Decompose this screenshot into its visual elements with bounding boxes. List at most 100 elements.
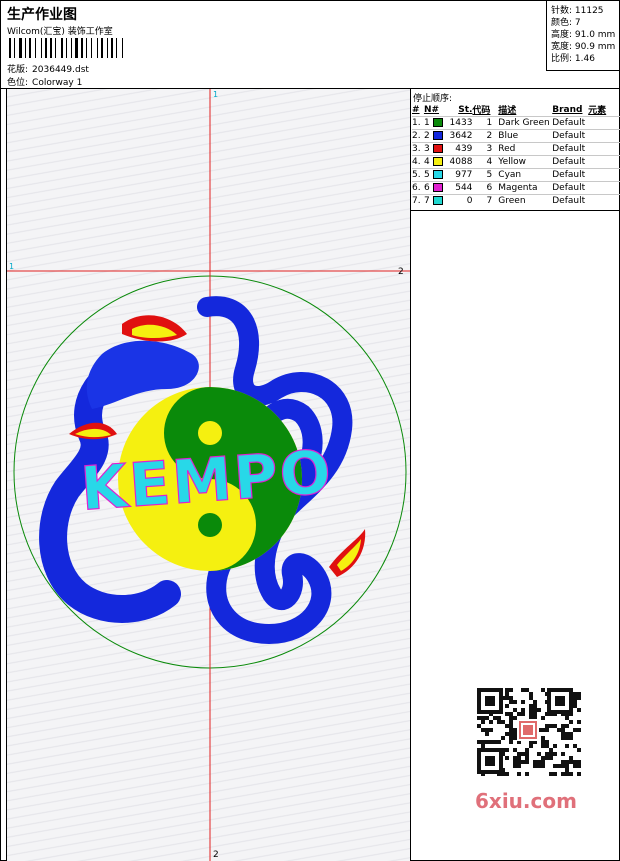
company-name: Wilcom(汇宝) 装饰工作室 — [7, 27, 113, 37]
qr-module — [509, 724, 513, 728]
stop-order-cell-idx: 2. — [412, 129, 424, 143]
qr-module — [565, 732, 569, 736]
stop-order-cell-element — [588, 181, 620, 195]
qr-module — [505, 704, 509, 708]
barcode-bar — [57, 38, 60, 58]
qr-module — [549, 756, 553, 760]
qr-module — [557, 728, 561, 732]
qr-module — [523, 725, 533, 735]
qr-module — [577, 764, 581, 768]
barcode-bar — [88, 38, 90, 58]
qr-module — [489, 728, 493, 732]
stop-order-cell-n: 1 — [423, 116, 443, 130]
qr-module — [505, 724, 509, 728]
qr-module — [493, 716, 497, 720]
barcode-bar — [25, 38, 26, 58]
qr-module — [537, 764, 541, 768]
qr-module — [513, 756, 517, 760]
qr-module — [497, 740, 501, 744]
barcode-bar — [71, 38, 72, 58]
stop-order-cell-idx: 6. — [412, 181, 424, 195]
thread-color-swatch — [432, 196, 443, 206]
stop-order-cell-brand: Default — [552, 155, 589, 169]
qr-module — [557, 764, 561, 768]
qr-module — [517, 760, 521, 764]
qr-module — [545, 740, 549, 744]
colorway-label: 色位: — [7, 78, 29, 88]
qr-module — [509, 700, 513, 704]
qr-module — [537, 760, 541, 764]
barcode-bar — [61, 38, 63, 58]
qr-module — [509, 736, 513, 740]
qr-module — [533, 712, 537, 716]
qr-module — [525, 748, 529, 752]
barcode-bar — [50, 38, 52, 58]
barcode-bar — [86, 38, 87, 58]
qr-module — [565, 716, 569, 720]
qr-module — [497, 716, 501, 720]
qr-module — [513, 716, 517, 720]
qr-module — [545, 752, 549, 756]
stop-order-row: 4. 4 4088 4 Yellow Default — [412, 155, 620, 169]
qr-module — [541, 728, 545, 732]
qr-module — [565, 760, 569, 764]
qr-module — [525, 688, 529, 692]
qr-module — [489, 720, 493, 724]
stop-order-cell-desc: Yellow — [498, 155, 553, 169]
qr-module — [541, 736, 545, 740]
stop-order-cell-brand: Default — [552, 181, 589, 195]
qr-module — [569, 720, 573, 724]
barcode-bar — [43, 38, 44, 58]
stop-order-cell-brand: Default — [552, 194, 589, 208]
qr-module — [561, 752, 565, 756]
qr-module — [513, 700, 517, 704]
pattern-file-row: 花版: 2036449.dst — [7, 62, 89, 75]
pattern-file-value: 2036449.dst — [32, 65, 89, 75]
qr-module — [533, 704, 537, 708]
barcode-bar — [118, 38, 121, 58]
stop-order-header-cell: St. — [458, 104, 473, 115]
qr-module — [505, 692, 509, 696]
stop-order-cell-code: 1 — [472, 116, 499, 130]
qr-module — [577, 748, 581, 752]
qr-module — [545, 756, 549, 760]
barcode-bar — [29, 38, 31, 58]
stop-order-cell-st: 4088 — [442, 155, 473, 169]
barcode-bar — [73, 38, 74, 58]
stop-order-row: 7. 7 0 7 Green Default — [412, 194, 620, 208]
qr-module — [549, 772, 553, 776]
qr-module — [501, 720, 505, 724]
barcode-bar — [14, 38, 15, 58]
qr-module — [565, 764, 569, 768]
qr-module — [513, 732, 517, 736]
qr-module — [481, 744, 485, 748]
qr-module — [577, 720, 581, 724]
qr-module — [525, 752, 529, 756]
qr-module — [517, 712, 521, 716]
spec-ratio: 比例: 1.46 — [551, 54, 595, 64]
design-specs: 针数: 11125 颜色: 7 高度: 91.0 mm 宽度: 90.9 mm … — [546, 1, 620, 71]
thread-color-swatch — [432, 183, 443, 192]
qr-code-graphic — [477, 688, 581, 776]
stop-order-header-cell: 描述 — [498, 106, 517, 116]
qr-module — [545, 724, 549, 728]
qr-module — [541, 744, 545, 748]
barcode-bar — [84, 38, 85, 58]
embroidery-design-area: 1 2 1 2 KEMPO — [6, 89, 411, 861]
stop-order-cell-element — [588, 142, 620, 156]
qr-module — [545, 728, 549, 732]
worksheet-title: 生产作业图 — [7, 7, 77, 23]
stop-order-header-cell: N# — [423, 104, 440, 115]
colorway-value: Colorway 1 — [32, 78, 83, 88]
stop-order-needle: 1 — [423, 118, 430, 128]
barcode-bar — [99, 38, 100, 58]
qr-module — [573, 728, 577, 732]
qr-module — [561, 732, 565, 736]
barcode-bar — [66, 38, 67, 58]
qr-module — [509, 696, 513, 700]
stop-order-cell-code: 4 — [472, 155, 499, 169]
qr-module — [489, 740, 493, 744]
stop-order-cell-st: 439 — [442, 142, 473, 156]
qr-module — [481, 728, 485, 732]
qr-module — [565, 724, 569, 728]
